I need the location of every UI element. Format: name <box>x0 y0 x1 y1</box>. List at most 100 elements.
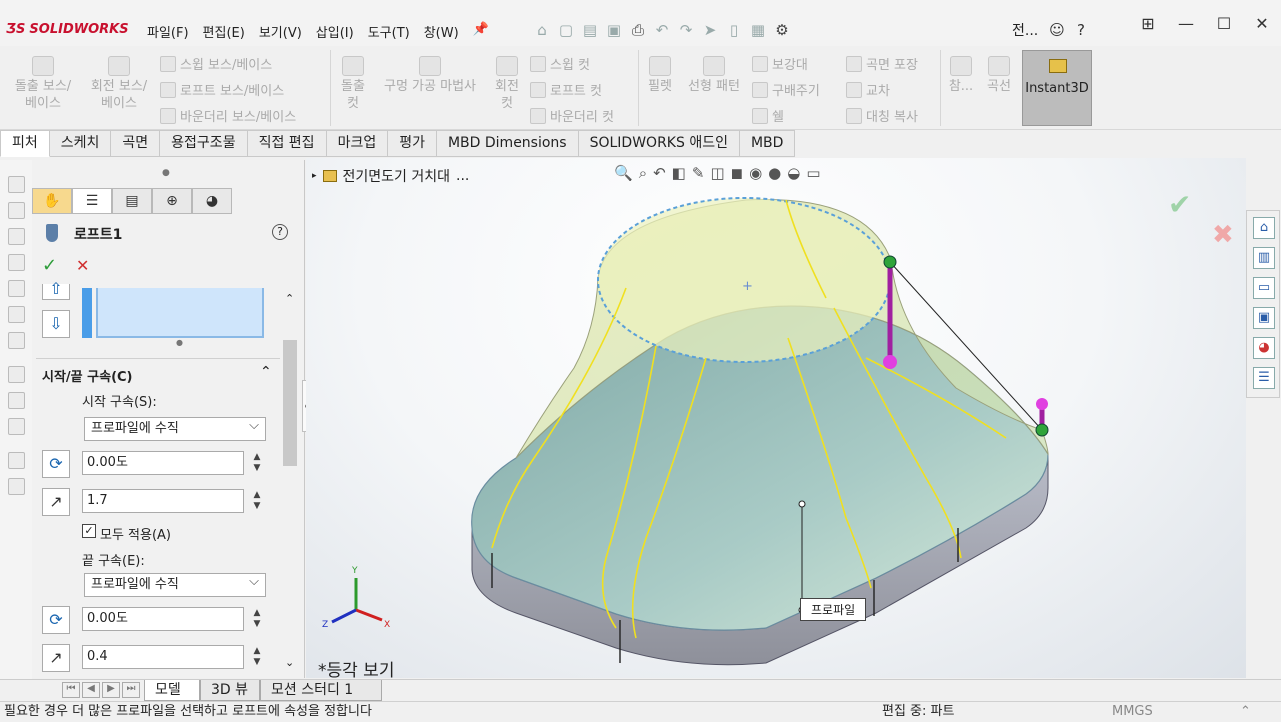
end-draft-angle-field[interactable]: 0.00도 <box>82 607 244 631</box>
start-constraint-select[interactable]: 프로파일에 수직 <box>84 415 266 441</box>
start-tangency-handle[interactable] <box>883 355 897 369</box>
customize-status-icon[interactable]: ⌃ <box>1240 702 1251 722</box>
rib-button[interactable]: 보강대 <box>752 54 808 73</box>
dimxpert-tab-icon[interactable]: ⊕ <box>152 188 192 214</box>
start-reverse-direction-button[interactable]: ⟳ <box>42 450 70 478</box>
lofted-cut-button[interactable]: 로프트 컷 <box>530 80 602 99</box>
appearances-icon[interactable]: ◕ <box>1253 337 1275 359</box>
select-icon[interactable]: ➤ <box>698 21 722 39</box>
tab-evaluate[interactable]: 평가 <box>388 130 437 157</box>
new-icon[interactable]: ▢ <box>554 21 578 39</box>
strip-sketch-icon[interactable] <box>8 452 25 469</box>
strip-sketch-icon[interactable] <box>8 418 25 435</box>
unit-system[interactable]: MMGS <box>1112 702 1153 722</box>
menu-file[interactable]: 파일(F) <box>140 20 196 43</box>
ok-button[interactable]: ✓ <box>42 255 57 276</box>
section-title-start-end-constraints[interactable]: 시작/끝 구속(C) <box>42 366 133 385</box>
tab-3d-views[interactable]: 3D 뷰 <box>200 680 260 701</box>
profile-callout[interactable]: 프로파일 <box>800 598 867 621</box>
strip-feature-icon[interactable] <box>8 306 25 323</box>
next-tab-arrow-icon[interactable]: ▶ <box>102 682 120 698</box>
tab-solidworks-addins[interactable]: SOLIDWORKS 애드인 <box>578 130 740 157</box>
start-length-spinner[interactable]: ▲ ▼ <box>250 490 264 512</box>
tab-motion-study[interactable]: 모션 스터디 1 <box>260 680 382 701</box>
tab-mbd[interactable]: MBD <box>739 130 796 157</box>
design-library-icon[interactable]: ▥ <box>1253 247 1275 269</box>
tab-markup[interactable]: 마크업 <box>326 130 389 157</box>
end-angle-spinner[interactable]: ▲ ▼ <box>250 608 264 630</box>
end-reverse-direction-button[interactable]: ⟳ <box>42 606 70 634</box>
restore-layout-icon[interactable]: ⊞ <box>1129 14 1167 33</box>
redo-icon[interactable]: ↷ <box>674 21 698 39</box>
menu-insert[interactable]: 삽입(I) <box>309 20 361 43</box>
user-icon[interactable]: ☺ <box>1045 21 1069 39</box>
scroll-up-arrow-icon[interactable]: ⌃ <box>285 292 294 305</box>
boundary-boss-button[interactable]: 바운더리 보스/베이스 <box>160 106 296 125</box>
profiles-list[interactable] <box>96 288 264 338</box>
menu-window[interactable]: 창(W) <box>417 20 466 43</box>
list-resize-grip-icon[interactable]: ● <box>176 338 183 347</box>
options-icon[interactable]: ⚙ <box>770 21 794 39</box>
property-manager-tab-icon[interactable]: ☰ <box>72 188 112 214</box>
solidworks-logo[interactable]: ƷS SOLIDWORKS <box>6 18 129 40</box>
cancel-button[interactable]: ✕ <box>76 256 89 275</box>
tab-direct-editing[interactable]: 직접 편집 <box>247 130 327 157</box>
graphics-area[interactable]: ▸ 전기면도기 거치대 ... 🔍 ⌕ ↶ ◧ ✎ ◫ ◼ ◉ ● ◒ ▭ ◧ … <box>306 158 1246 678</box>
print-icon[interactable]: ⎙ <box>626 21 650 39</box>
strip-feature-icon[interactable] <box>8 228 25 245</box>
boss-revolve-button[interactable]: 회전 보스/ 베이스 <box>84 56 154 112</box>
scrollbar-thumb[interactable] <box>283 340 297 466</box>
end-tangent-length-field[interactable]: 0.4 <box>82 645 244 669</box>
extruded-cut-button[interactable]: 돌출 컷 <box>334 56 372 112</box>
loft-boss-button[interactable]: 로프트 보스/베이스 <box>160 80 284 99</box>
apply-to-all-checkbox[interactable]: ✓ <box>82 524 96 538</box>
boundary-cut-button[interactable]: 바운더리 컷 <box>530 106 614 125</box>
custom-properties-icon[interactable]: ☰ <box>1253 367 1275 389</box>
intersect-button[interactable]: 교차 <box>846 80 890 99</box>
last-tab-arrow-icon[interactable]: ⏭ <box>122 682 140 698</box>
strip-feature-icon[interactable] <box>8 254 25 271</box>
tab-surfaces[interactable]: 곡면 <box>111 130 161 157</box>
tab-model[interactable]: 모델 <box>144 680 200 701</box>
collapse-section-icon[interactable]: ⌃ <box>260 364 272 380</box>
solidworks-resources-icon[interactable]: ⌂ <box>1253 217 1275 239</box>
maximize-button[interactable]: ☐ <box>1205 14 1243 33</box>
display-manager-tab-icon[interactable]: ◕ <box>192 188 232 214</box>
linear-pattern-button[interactable]: 선형 패턴 <box>682 56 746 95</box>
help-icon[interactable]: ? <box>1069 21 1093 39</box>
strip-sketch-icon[interactable] <box>8 392 25 409</box>
strip-sketch-icon[interactable] <box>8 478 25 495</box>
strip-feature-icon[interactable] <box>8 280 25 297</box>
pin-icon[interactable]: 📌 <box>466 20 496 43</box>
open-icon[interactable]: ▤ <box>578 21 602 39</box>
mirror-button[interactable]: 대칭 복사 <box>846 106 918 125</box>
end-tangency-handle[interactable] <box>1036 398 1048 410</box>
menu-view[interactable]: 보기(V) <box>252 20 309 43</box>
reference-geometry-button[interactable]: 참... <box>944 56 978 95</box>
file-properties-icon[interactable]: ▦ <box>746 21 770 39</box>
panel-grip-icon[interactable]: ● <box>162 168 170 178</box>
tab-features[interactable]: 피처 <box>0 130 50 157</box>
close-button[interactable]: ✕ <box>1243 14 1281 33</box>
view-palette-icon[interactable]: ▣ <box>1253 307 1275 329</box>
model-view[interactable]: + <box>306 158 1246 678</box>
menu-tools[interactable]: 도구(T) <box>361 20 417 43</box>
move-down-button[interactable]: ⇩ <box>42 310 70 338</box>
strip-sketch-icon[interactable] <box>8 366 25 383</box>
rebuild-icon[interactable]: ▯ <box>722 21 746 39</box>
start-angle-spinner[interactable]: ▲ ▼ <box>250 452 264 474</box>
strip-feature-icon[interactable] <box>8 332 25 349</box>
curves-button[interactable]: 곡선 <box>982 56 1016 95</box>
move-up-button[interactable]: ⇧ <box>42 281 70 300</box>
tab-mbd-dimensions[interactable]: MBD Dimensions <box>436 130 579 157</box>
home-icon[interactable]: ⌂ <box>530 21 554 39</box>
upper-connector-point[interactable] <box>883 255 897 269</box>
wrap-button[interactable]: 곡면 포장 <box>846 54 918 73</box>
scroll-down-arrow-icon[interactable]: ⌄ <box>285 656 294 669</box>
prev-tab-arrow-icon[interactable]: ◀ <box>82 682 100 698</box>
tab-weldments[interactable]: 용접구조물 <box>160 130 248 157</box>
save-icon[interactable]: ▣ <box>602 21 626 39</box>
start-tangent-length-field[interactable]: 1.7 <box>82 489 244 513</box>
swept-cut-button[interactable]: 스윕 컷 <box>530 54 590 73</box>
strip-feature-icon[interactable] <box>8 202 25 219</box>
